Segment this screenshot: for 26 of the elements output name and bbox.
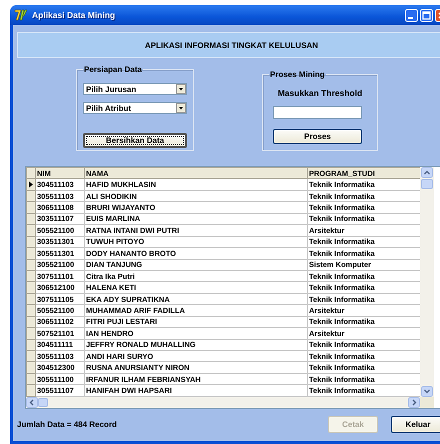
window-title: Aplikasi Data Mining [32, 10, 116, 20]
group-title: Proses Mining [269, 70, 326, 79]
process-button[interactable]: Proses [273, 129, 362, 144]
threshold-field[interactable] [273, 106, 362, 119]
scroll-thumb[interactable] [421, 179, 433, 189]
group-title: Persiapan Data [83, 65, 143, 74]
dropdown[interactable]: Pilih Jurusan [83, 83, 187, 95]
scroll-left-icon[interactable] [26, 397, 38, 408]
clear-data-button[interactable]: Bersihkan Data [83, 133, 187, 148]
app-heading: APLIKASI INFORMASI TINGKAT KELULUSAN [144, 40, 318, 50]
dropdown[interactable]: Pilih Atribut [83, 102, 187, 114]
scroll-down-icon[interactable] [421, 386, 433, 397]
row-pointer-icon [28, 180, 34, 190]
record-count: Jumlah Data = 484 Record [17, 420, 118, 429]
row-header[interactable] [26, 178, 36, 190]
vertical-scrollbar[interactable] [420, 167, 434, 397]
scroll-right-icon[interactable] [408, 397, 420, 408]
scroll-up-icon[interactable] [421, 167, 433, 178]
maximize-button[interactable] [420, 8, 433, 22]
app-logo-icon [14, 9, 28, 21]
threshold-label: Masukkan Threshold [276, 88, 364, 98]
exit-button[interactable]: Keluar [391, 416, 440, 433]
scroll-thumb[interactable] [38, 398, 48, 407]
scrollbar-corner [420, 397, 434, 408]
minimize-button[interactable] [405, 8, 418, 22]
horizontal-scrollbar[interactable] [26, 397, 420, 408]
